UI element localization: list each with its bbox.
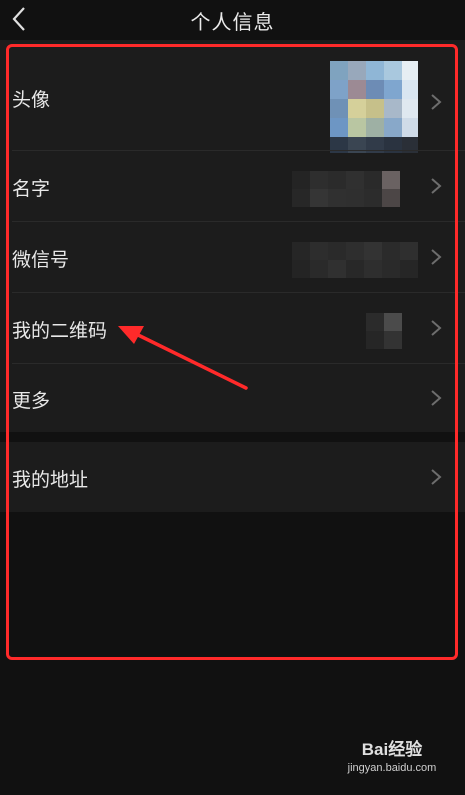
watermark: Bai经验 jingyan.baidu.com xyxy=(337,735,447,781)
row-my-address[interactable]: 我的地址 xyxy=(0,442,465,512)
watermark-url: jingyan.baidu.com xyxy=(347,762,437,774)
avatar xyxy=(330,61,418,153)
chevron-right-icon xyxy=(431,390,442,406)
chevron-right-icon xyxy=(431,320,442,336)
row-label-name: 名字 xyxy=(12,178,51,200)
chevron-right-icon xyxy=(431,469,442,485)
profile-group: 头像 名字 微信号 我的二维码 更多 xyxy=(0,40,465,432)
blurred-wechat-id-value xyxy=(292,242,418,278)
blurred-name-value xyxy=(292,171,402,207)
qr-code-thumbnail xyxy=(366,313,402,349)
row-label-my-qr-code: 我的二维码 xyxy=(12,320,108,342)
row-label-my-address: 我的地址 xyxy=(12,469,89,491)
top-bar: 个人信息 xyxy=(0,0,465,40)
address-group: 我的地址 xyxy=(0,442,465,512)
watermark-brand: Bai经验 xyxy=(361,740,423,759)
page-title: 个人信息 xyxy=(190,10,275,34)
row-label-wechat-id: 微信号 xyxy=(12,249,70,271)
row-avatar[interactable]: 头像 xyxy=(0,40,465,153)
settings-list: 头像 名字 微信号 我的二维码 更多 我的地址 xyxy=(0,40,465,795)
row-label-more: 更多 xyxy=(12,390,51,412)
row-label-avatar: 头像 xyxy=(12,89,51,111)
row-wechat-id[interactable]: 微信号 xyxy=(0,222,465,292)
row-my-qr-code[interactable]: 我的二维码 xyxy=(0,293,465,363)
chevron-right-icon xyxy=(431,94,442,110)
row-name[interactable]: 名字 xyxy=(0,151,465,221)
chevron-right-icon xyxy=(431,249,442,265)
row-more[interactable]: 更多 xyxy=(0,364,465,432)
chevron-right-icon xyxy=(431,178,442,194)
